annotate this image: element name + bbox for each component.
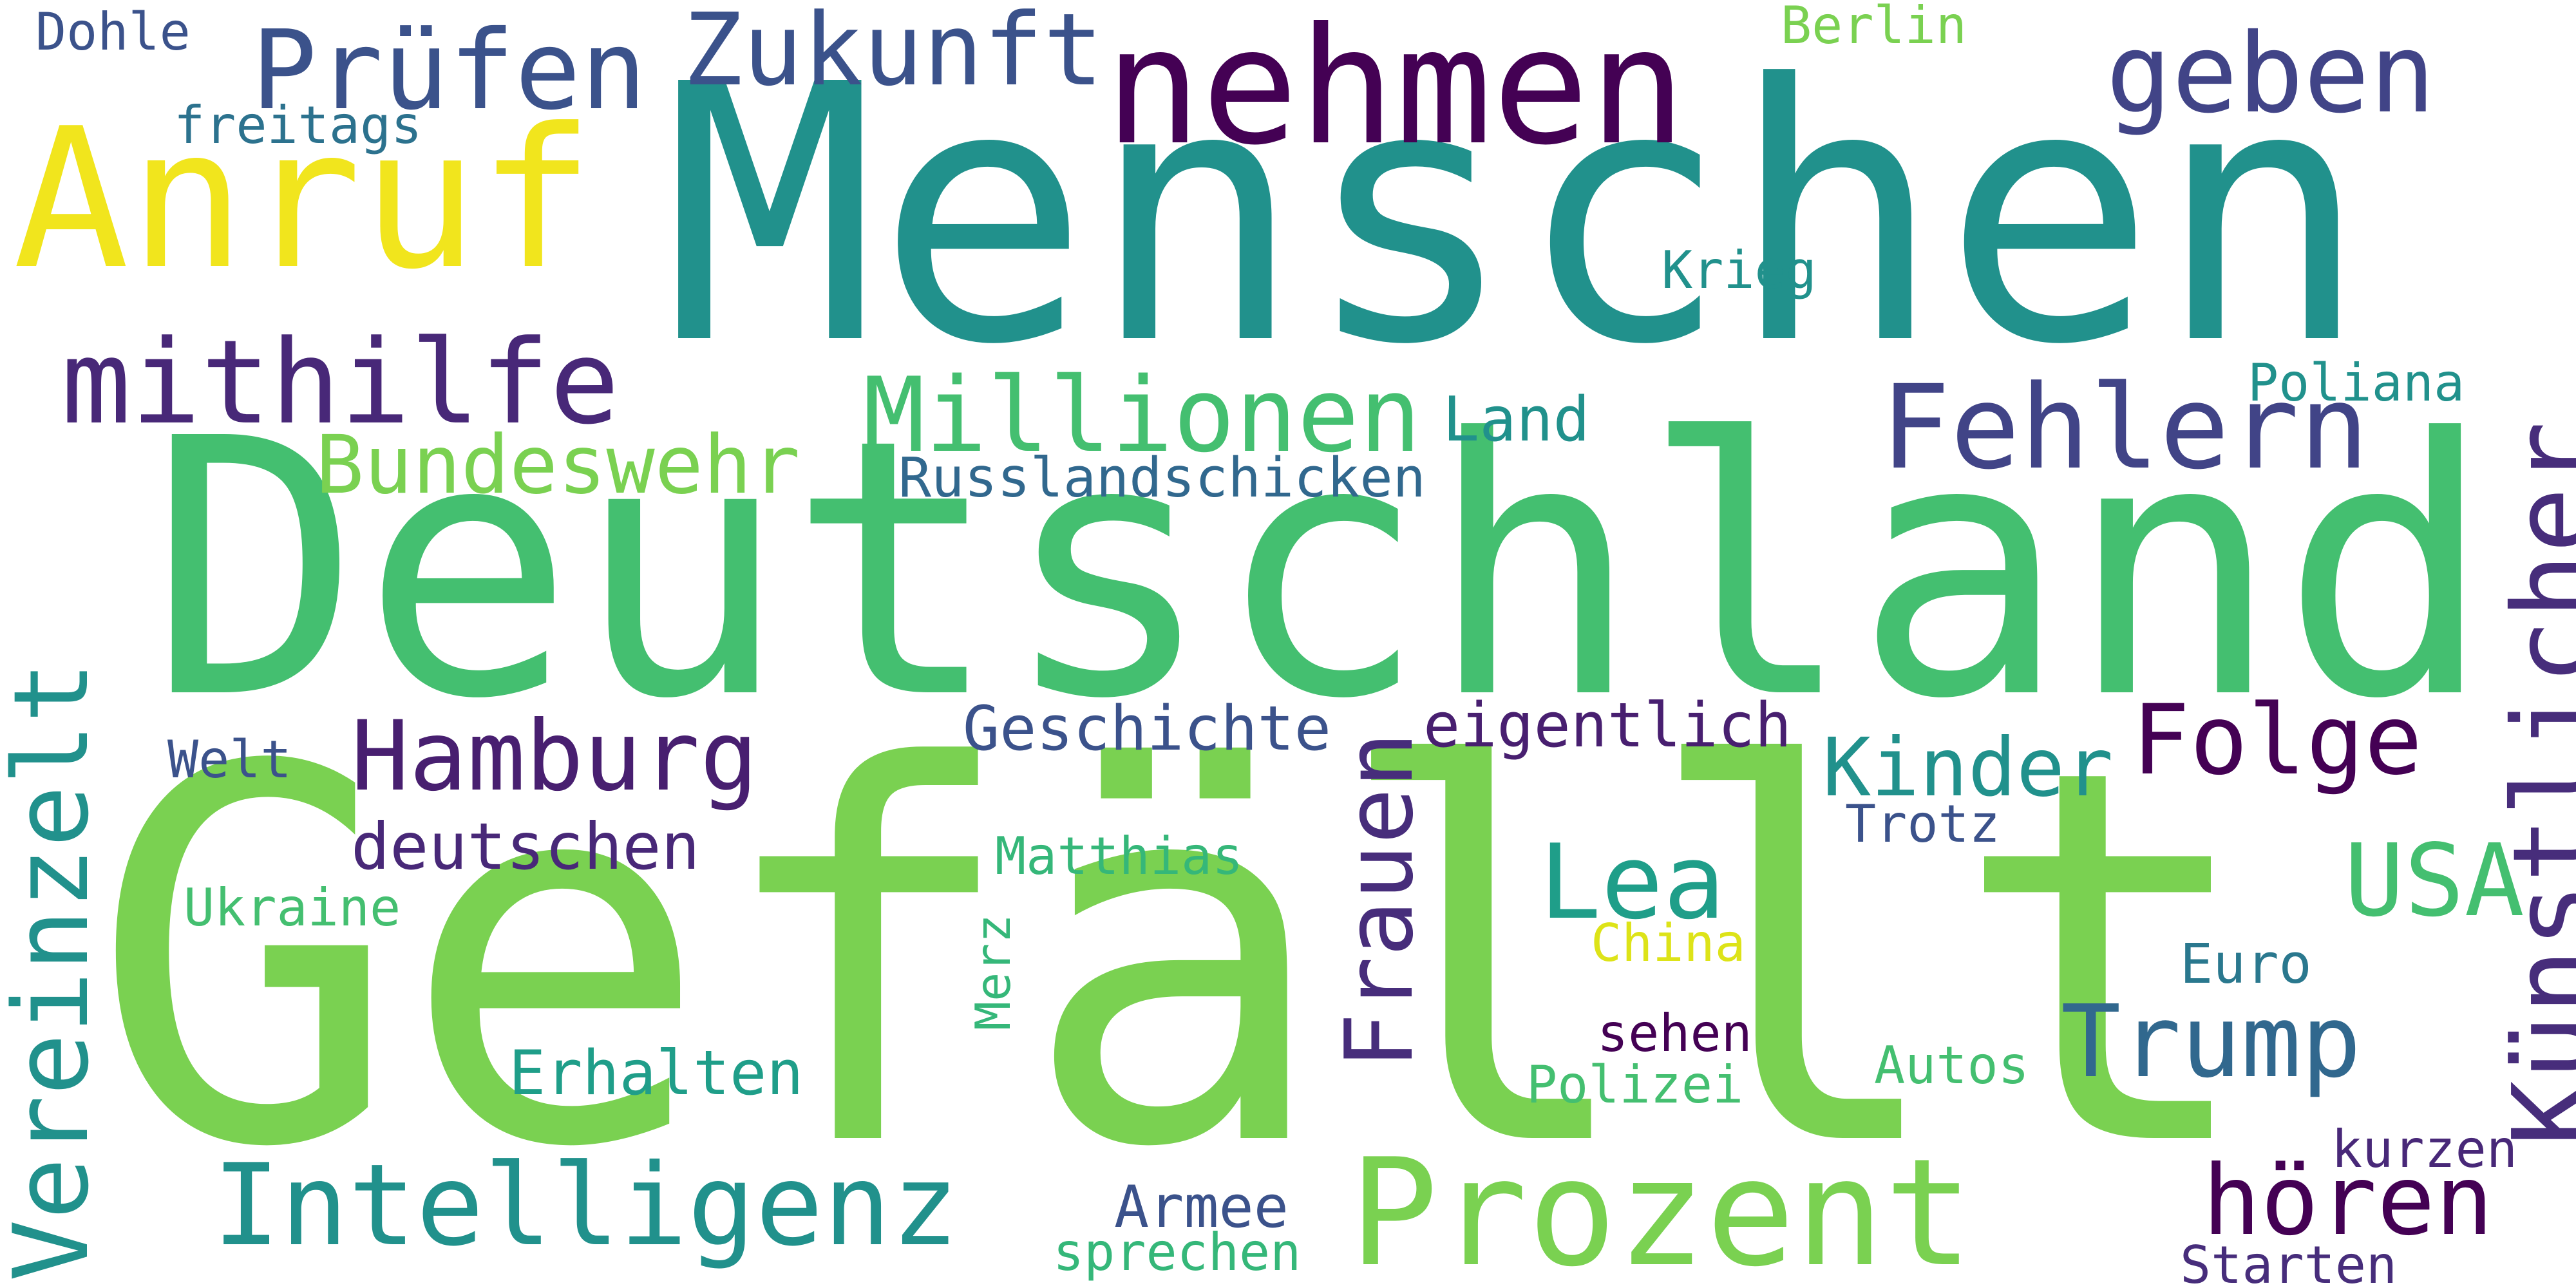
word-welt: Welt (167, 730, 292, 790)
word-erhalten: Erhalten (509, 1038, 804, 1109)
word-kuenstlicher: Künstlicher (2490, 421, 2576, 1146)
word-zukunft: Zukunft (683, 0, 1104, 108)
word-land: Land (1443, 384, 1590, 455)
word-sehen: sehen (1597, 1003, 1752, 1063)
word-geschichte: Geschichte (963, 694, 1331, 764)
word-hamburg: Hamburg (351, 701, 759, 813)
word-vereinzelt: Vereinzelt (0, 661, 111, 1282)
word-geben: geben (2106, 10, 2436, 138)
word-deutschen: deutschen (351, 809, 700, 884)
word-folge: Folge (2132, 685, 2423, 797)
word-krieg: Krieg (1662, 240, 1817, 300)
word-matthias: Matthias (995, 826, 1244, 886)
word-dohle: Dohle (35, 2, 191, 62)
word-usa: USA (2344, 822, 2524, 939)
word-trump: Trump (2061, 983, 2362, 1100)
word-merz: Merz (965, 914, 1021, 1030)
word-frauen: Frauen (1325, 732, 1434, 1069)
word-sprechen: sprechen (1053, 1222, 1302, 1282)
word-intelligenz: Intelligenz (213, 1141, 959, 1271)
word-kurzen: kurzen (2331, 1119, 2517, 1179)
word-russlandschicken: Russlandschicken (898, 446, 1426, 510)
word-eigentlich: eigentlich (1423, 690, 1792, 761)
word-nehmen: nehmen (1104, 0, 1687, 180)
word-starten: Starten (2180, 1235, 2398, 1288)
word-china: China (1591, 913, 1746, 973)
word-berlin: Berlin (1781, 0, 1967, 55)
word-freitags: freitags (174, 95, 422, 155)
word-prozent: Prozent (1349, 1128, 1974, 1288)
word-autos: Autos (1874, 1036, 2029, 1095)
word-polizei: Polizei (1526, 1055, 1744, 1115)
word-ukraine: Ukraine (184, 878, 401, 938)
word-poliana: Poliana (2248, 353, 2465, 413)
word-cloud: Gefällt Deutschland Menschen nehmen Anru… (0, 0, 2576, 1288)
word-bundeswehr: Bundeswehr (316, 419, 800, 512)
word-trotz: Trotz (1845, 794, 2000, 854)
